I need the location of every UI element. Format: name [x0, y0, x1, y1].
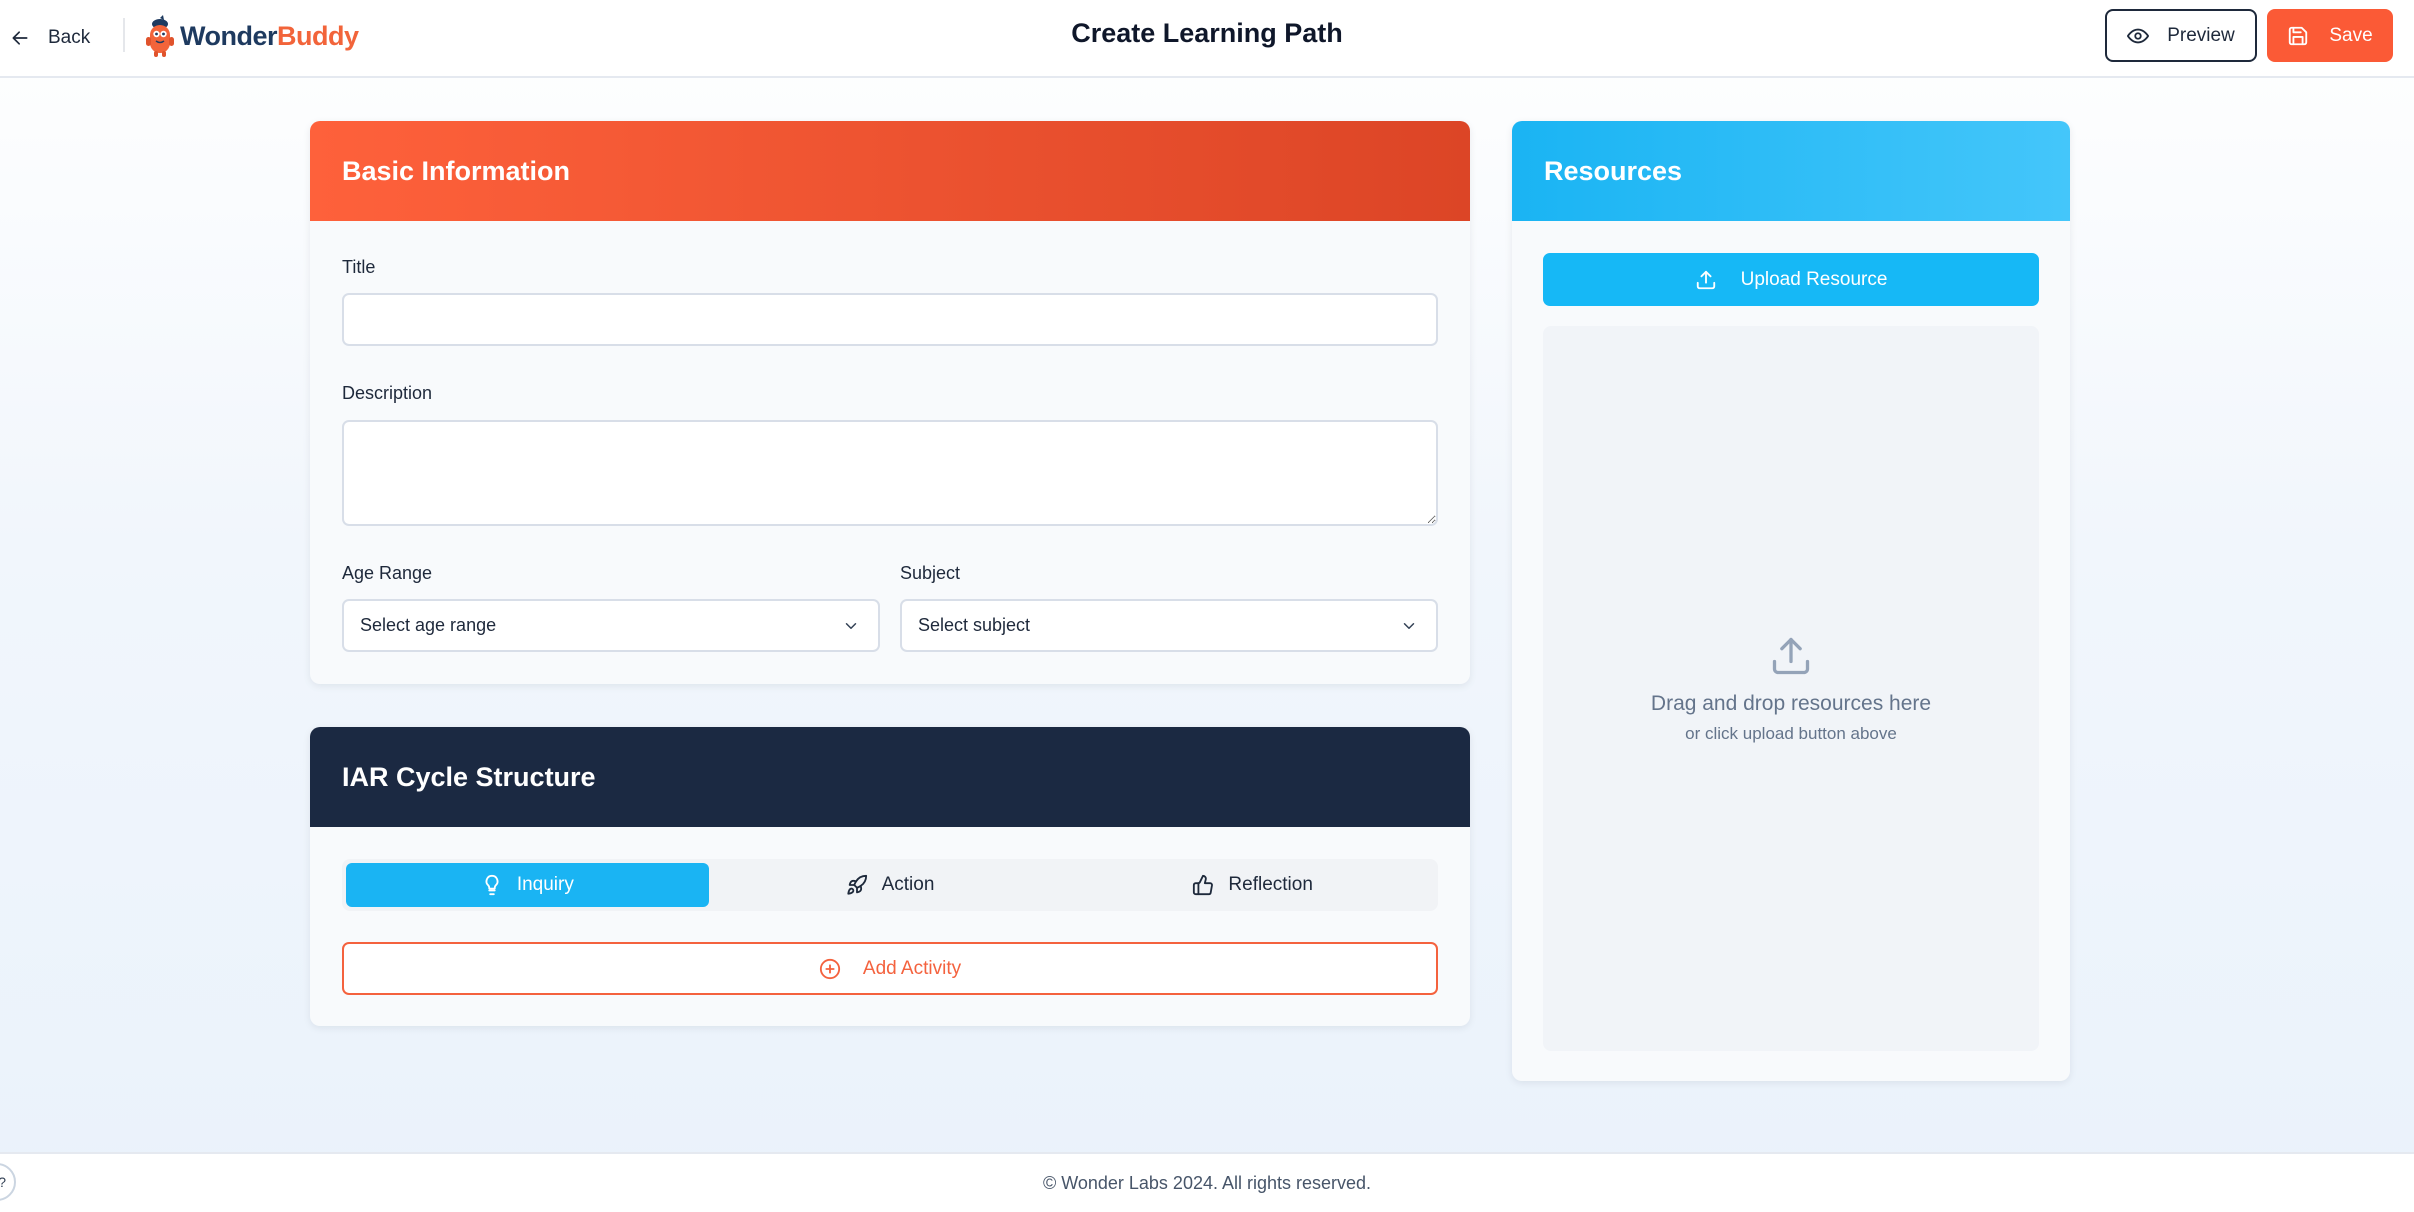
age-range-select[interactable]: Select age range: [342, 599, 880, 652]
title-input[interactable]: [342, 293, 1438, 346]
age-range-selected: Select age range: [360, 615, 497, 635]
chevron-down-icon: [845, 622, 857, 629]
back-button[interactable]: Back: [10, 20, 90, 56]
resources-heading: Resources: [1544, 155, 1683, 186]
iar-cycle-card: IAR Cycle Structure Inquiry Action Refle…: [310, 727, 1470, 1026]
subject-label: Subject: [900, 563, 961, 583]
page-footer: © Wonder Labs 2024. All rights reserved.: [0, 1152, 2414, 1212]
add-activity-label: Add Activity: [862, 957, 962, 979]
plus-circle-icon: [819, 958, 840, 979]
thumbs-up-icon: [1193, 874, 1214, 896]
page-title-container: Create Learning Path: [0, 18, 2414, 49]
tab-inquiry[interactable]: Inquiry: [346, 863, 709, 907]
lightbulb-icon: [485, 874, 499, 896]
save-button[interactable]: Save: [2267, 9, 2393, 62]
iar-tab-list: Inquiry Action Reflection: [342, 859, 1438, 911]
header-divider: [123, 18, 125, 52]
logo-text-wonder: Wonder: [180, 20, 278, 51]
upload-icon: [1772, 637, 1810, 674]
floppy-disk-icon: [2289, 26, 2308, 45]
logo-wordmark: WonderBuddy: [180, 21, 359, 52]
iar-cycle-header: IAR Cycle Structure: [310, 727, 1470, 827]
basic-information-card: Basic Information Title Description Age …: [310, 121, 1470, 684]
eye-icon: [2127, 28, 2150, 43]
upload-resource-label: Upload Resource: [1740, 268, 1888, 290]
tab-action[interactable]: Action: [709, 863, 1072, 907]
rocket-icon: [846, 874, 867, 895]
preview-button[interactable]: Preview: [2105, 9, 2257, 62]
subject-selected: Select subject: [918, 615, 1031, 635]
subject-select[interactable]: Select subject: [900, 599, 1438, 652]
help-chip-label: ?: [0, 1174, 6, 1190]
arrow-left-icon: [12, 31, 28, 45]
brand-logo[interactable]: WonderBuddy: [144, 14, 359, 58]
save-label: Save: [2329, 24, 2373, 46]
resource-dropzone[interactable]: Drag and drop resources here or click up…: [1543, 326, 2039, 1051]
resources-header: Resources: [1512, 121, 2070, 221]
iar-cycle-heading: IAR Cycle Structure: [342, 761, 596, 792]
upload-resource-button[interactable]: Upload Resource: [1543, 253, 2039, 306]
tab-inquiry-label: Inquiry: [516, 874, 574, 895]
basic-information-heading: Basic Information: [342, 155, 571, 186]
tab-reflection[interactable]: Reflection: [1071, 863, 1434, 907]
top-navbar: Back WonderBuddy Create Learning Path Pr…: [0, 0, 2414, 78]
title-label: Title: [342, 257, 376, 277]
back-label: Back: [48, 27, 91, 48]
buddy-mascot-icon: [146, 15, 174, 57]
resources-card: Resources Upload Resource Drag and drop …: [1512, 121, 2070, 1081]
description-textarea[interactable]: [342, 420, 1438, 526]
age-range-label: Age Range: [342, 563, 433, 583]
page-title: Create Learning Path: [1071, 18, 1343, 48]
chevron-down-icon: [1403, 622, 1415, 629]
preview-label: Preview: [2167, 24, 2235, 46]
logo-text-buddy: Buddy: [277, 20, 359, 51]
dropzone-primary-text: Drag and drop resources here: [1650, 691, 1932, 715]
upload-icon: [1696, 270, 1715, 289]
tab-reflection-label: Reflection: [1228, 874, 1313, 895]
basic-information-header: Basic Information: [310, 121, 1470, 221]
description-label: Description: [342, 383, 433, 403]
copyright-text: © Wonder Labs 2024. All rights reserved.: [1042, 1172, 1372, 1193]
add-activity-button[interactable]: Add Activity: [342, 942, 1438, 995]
tab-action-label: Action: [881, 874, 935, 895]
dropzone-secondary-text: or click upload button above: [1685, 723, 1897, 743]
